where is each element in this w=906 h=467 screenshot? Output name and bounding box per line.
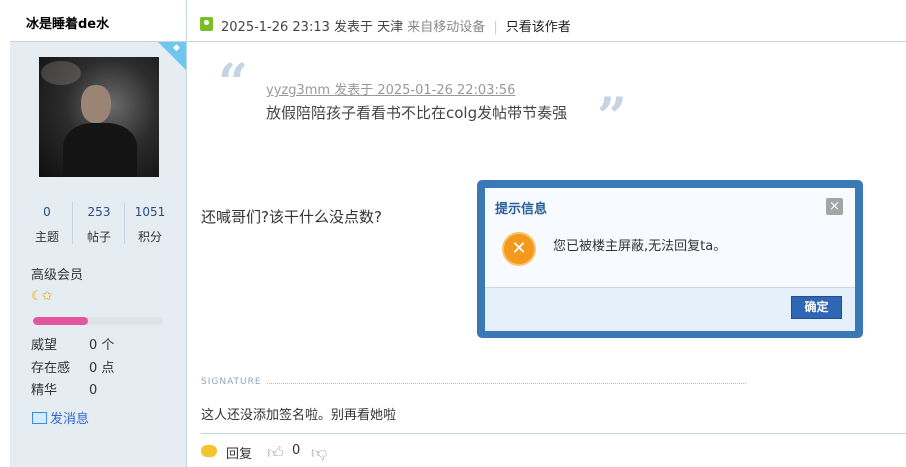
avatar[interactable] [39, 57, 159, 177]
thumbs-down-icon[interactable]: 👎︎ [311, 443, 327, 463]
prop-prestige: 威望 0 个 [31, 334, 114, 353]
post-device: 来自移动设备 [407, 20, 486, 35]
post-footer-divider [201, 433, 906, 434]
prop-presence: 存在感 0 点 [31, 357, 114, 376]
reply-button[interactable]: 回复 [226, 443, 252, 462]
signature-text: 这人还没添加签名啦。别再看她啦 [201, 408, 397, 423]
user-group[interactable]: 高级会员 [31, 264, 83, 283]
post-meta: 2025-1-26 23:13 发表于 天津 来自移动设备 | 只看该作者 [221, 16, 571, 35]
signature-label: SIGNATURE [201, 377, 266, 387]
prop-value: 0 个 [89, 338, 115, 353]
send-message-link[interactable]: 发消息 [32, 408, 89, 427]
prop-digest: 精华 0 [31, 379, 97, 398]
signature-divider [201, 383, 746, 384]
level-progress-fill [33, 317, 88, 325]
stat-topics-value[interactable]: 0 [22, 205, 72, 219]
confirm-button[interactable]: 确定 [791, 296, 842, 319]
prop-value: 0 [89, 383, 98, 398]
stat-divider [72, 202, 73, 244]
avatar-body [63, 123, 137, 177]
mail-icon [32, 412, 47, 424]
send-message-label: 发消息 [50, 412, 90, 427]
post-datetime: 2025-1-26 23:13 [221, 20, 330, 35]
dialog-title: 提示信息 [495, 202, 548, 217]
stat-posts-value[interactable]: 253 [74, 205, 124, 219]
like-count: 0 [292, 443, 301, 458]
dialog-message: 您已被楼主屏蔽,无法回复ta。 [553, 239, 727, 254]
stat-topics-label: 主题 [34, 230, 59, 244]
online-status-icon [200, 17, 213, 31]
prop-label: 精华 [31, 383, 58, 398]
avatar-light [41, 61, 81, 85]
gift-icon: ◆ [173, 43, 180, 53]
level-star-icon: ☾✩ [31, 289, 53, 304]
stat-credits-value[interactable]: 1051 [125, 205, 175, 219]
thumbs-up-icon[interactable]: 👍︎ [267, 443, 284, 463]
prop-value: 0 点 [89, 361, 115, 376]
prop-label: 存在感 [31, 361, 71, 376]
error-icon: ✕ [502, 232, 536, 266]
quote-text: 放假陪陪孩子看看书不比在colg发帖带节奏强 [266, 104, 568, 122]
post-content: 还喊哥们?该干什么没点数? [201, 208, 382, 226]
quote-meta-link[interactable]: yyzg3mm 发表于 2025-01-26 22:03:56 [266, 79, 515, 98]
avatar-face [81, 85, 111, 123]
quote-close-icon: ” [597, 87, 627, 148]
prop-label: 威望 [31, 338, 58, 353]
stat-posts-label: 帖子 [86, 230, 111, 244]
reply-icon[interactable] [201, 445, 217, 457]
post-location: 发表于 天津 [334, 20, 404, 35]
level-progress-bar [33, 317, 163, 325]
only-author-link[interactable]: 只看该作者 [506, 20, 571, 35]
quote-open-icon: “ [218, 53, 248, 114]
author-name[interactable]: 冰是睡着de水 [26, 13, 109, 32]
header-separator: | [493, 20, 498, 35]
stat-credits-label: 积分 [137, 230, 162, 244]
close-icon[interactable]: × [826, 198, 843, 215]
